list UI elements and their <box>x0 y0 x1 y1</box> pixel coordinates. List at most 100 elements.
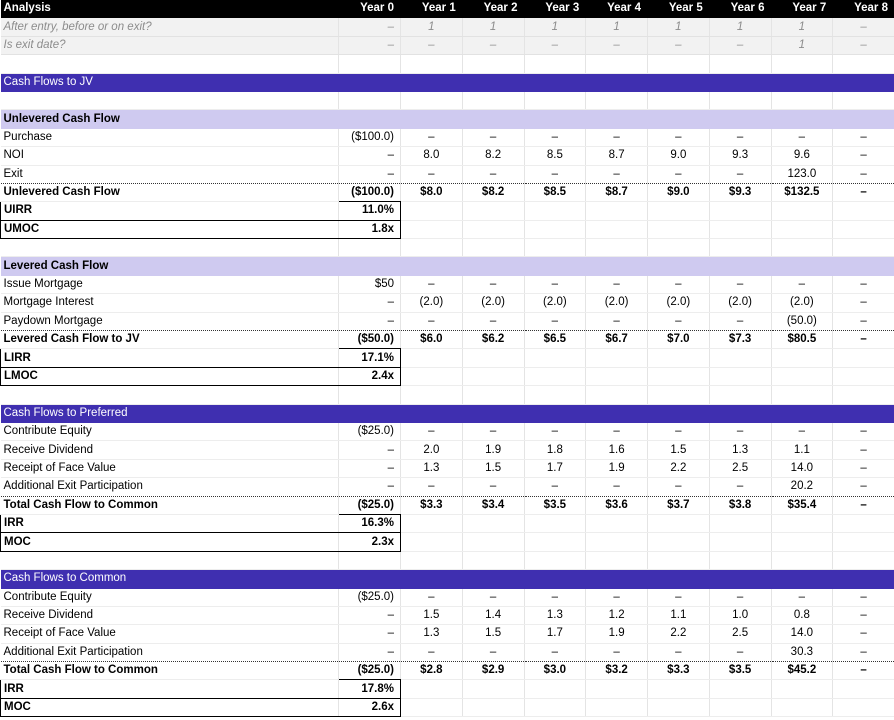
empty-cell <box>771 679 834 699</box>
cell-value: – <box>585 477 648 497</box>
empty-cell <box>832 91 894 111</box>
cell-value: $8.7 <box>585 182 648 203</box>
empty-cell <box>462 109 525 129</box>
empty-cell <box>462 532 525 552</box>
empty-cell <box>647 367 710 387</box>
empty-cell <box>524 54 587 74</box>
cell-value: – <box>832 36 894 56</box>
cell-value: – <box>647 588 710 607</box>
cell-value: 1.9 <box>585 459 648 479</box>
cell-value: – <box>832 606 894 626</box>
cell-value: – <box>400 643 463 663</box>
empty-cell <box>585 256 648 276</box>
empty-cell <box>832 109 894 129</box>
cell-value: $3.0 <box>524 661 587 681</box>
empty-cell <box>709 91 772 111</box>
cell-value: $3.4 <box>462 495 525 515</box>
cell-value: $3.3 <box>647 661 710 681</box>
spacer-row <box>0 238 894 258</box>
empty-cell <box>647 698 710 718</box>
cell-value: – <box>832 624 894 644</box>
cell-value: 1.3 <box>709 440 772 460</box>
cell-value: – <box>647 312 710 332</box>
empty-cell <box>400 238 463 258</box>
empty-cell <box>400 109 463 129</box>
cell-value: $3.5 <box>524 495 587 515</box>
cell-value: 1.5 <box>647 440 710 460</box>
empty-cell <box>585 109 648 129</box>
empty-cell <box>400 54 463 74</box>
cell-value: ($25.0) <box>338 495 401 515</box>
empty-cell <box>771 348 834 368</box>
row-label: Total Cash Flow to Common <box>0 661 339 681</box>
metric-value: 2.6x <box>338 698 401 718</box>
empty-cell <box>462 569 525 589</box>
empty-cell <box>585 91 648 111</box>
empty-cell <box>462 256 525 276</box>
cell-value: – <box>709 312 772 332</box>
empty-cell <box>832 551 894 571</box>
cell-value: 1 <box>524 17 587 37</box>
cell-value: – <box>338 312 401 332</box>
cell-value: 2.0 <box>400 440 463 460</box>
metric-label: LIRR <box>0 348 339 368</box>
cell-value: – <box>462 128 525 148</box>
empty-cell <box>709 569 772 589</box>
row-label: Total Cash Flow to Common <box>0 495 339 515</box>
cell-value: 30.3 <box>771 643 834 663</box>
cell-value: – <box>832 495 894 515</box>
empty-cell <box>771 367 834 387</box>
cell-value: 2.5 <box>709 459 772 479</box>
cell-value: – <box>524 128 587 148</box>
cell-value: ($50.0) <box>338 330 401 350</box>
cell-value: (2.0) <box>462 293 525 313</box>
data-row: Receipt of Face Value –1.3 1.5 1.7 1.9 2.2 2.5… <box>0 459 894 479</box>
cell-value: 8.0 <box>400 146 463 166</box>
empty-cell <box>338 73 401 92</box>
empty-cell <box>647 551 710 571</box>
empty-cell <box>524 91 587 111</box>
empty-cell <box>647 201 710 221</box>
cell-value: – <box>462 165 525 184</box>
cell-value: 9.6 <box>771 146 834 166</box>
empty-cell <box>462 551 525 571</box>
empty-cell <box>832 256 894 276</box>
row-label: Issue Mortgage <box>0 275 339 295</box>
data-row: Additional Exit Participation – – – – – – –30.3… <box>0 643 894 663</box>
empty-cell <box>771 385 834 405</box>
row-label: Mortgage Interest <box>0 293 339 313</box>
cell-value: – <box>524 643 587 663</box>
cell-value: – <box>524 312 587 332</box>
section-preferred: Cash Flows to Preferred <box>0 404 894 423</box>
empty-cell <box>400 256 463 276</box>
empty-cell <box>709 514 772 534</box>
cell-value: 123.0 <box>771 165 834 184</box>
empty-cell <box>647 532 710 552</box>
data-row: Issue Mortgage $50– – – – – – – – <box>0 275 894 295</box>
header-row: Analysis Year 0 Year 1 Year 2 Year 3 Year 4 Ye… <box>0 0 894 19</box>
cell-value: $6.0 <box>400 330 463 350</box>
cell-value: – <box>709 165 772 184</box>
empty-cell <box>647 109 710 129</box>
row-label: Receive Dividend <box>0 606 339 626</box>
metric-label: UMOC <box>0 220 339 240</box>
cell-value: 8.7 <box>585 146 648 166</box>
cell-value: ($25.0) <box>338 661 401 681</box>
cell-value: – <box>647 36 710 56</box>
cell-value: – <box>832 146 894 166</box>
cell-value: $3.5 <box>709 661 772 681</box>
cell-value: – <box>338 440 401 460</box>
cell-value: $2.8 <box>400 661 463 681</box>
flag-row: Is exit date? – – – – – – –1– <box>0 36 894 56</box>
cell-value: – <box>338 459 401 479</box>
empty-cell <box>585 569 648 589</box>
empty-cell <box>338 238 401 258</box>
cell-value: – <box>709 128 772 148</box>
cell-value: $35.4 <box>771 495 834 515</box>
empty-cell <box>832 238 894 258</box>
cell-value: 1 <box>400 17 463 37</box>
empty-cell <box>585 220 648 240</box>
empty-cell <box>647 54 710 74</box>
cell-value: $6.7 <box>585 330 648 350</box>
data-row: Receive Dividend –1.5 1.4 1.3 1.2 1.1 1.0 0.8– <box>0 606 894 626</box>
